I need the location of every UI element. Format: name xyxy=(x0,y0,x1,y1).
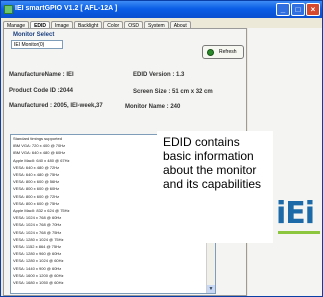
logo-text: iEi xyxy=(276,196,315,231)
refresh-button[interactable]: Refresh xyxy=(202,45,244,59)
refresh-icon xyxy=(207,49,214,56)
list-item[interactable]: VESA: 1680 x 1050 @ 60Hz xyxy=(11,279,215,286)
refresh-label: Refresh xyxy=(219,49,237,55)
manufacturer-name: ManufactureName : IEI xyxy=(9,72,74,78)
iei-logo: iEi xyxy=(276,198,322,236)
screen-size: Screen Size : 51 cm x 32 cm xyxy=(133,89,213,95)
close-button[interactable]: × xyxy=(306,3,320,16)
edid-version: EDID Version : 1.3 xyxy=(133,72,185,78)
monitor-name: Monitor Name : 240 xyxy=(125,104,181,110)
manufactured-date: Manufactured : 2005, IEI-week,37 xyxy=(9,103,103,109)
monitor-select-dropdown[interactable]: IEI Monitor(0) xyxy=(11,40,63,49)
maximize-button[interactable]: □ xyxy=(291,3,305,16)
window-title: IEI smartGPIO V1.2 [ AFL-12A ] xyxy=(15,5,118,12)
list-item[interactable]: VESA: 1280 x 1024 @ 60Hz xyxy=(11,257,215,264)
title-bar[interactable]: IEI smartGPIO V1.2 [ AFL-12A ] _ □ × xyxy=(1,1,322,18)
window-controls: _ □ × xyxy=(276,3,320,16)
scroll-down-icon[interactable]: ▼ xyxy=(207,285,215,293)
list-item[interactable]: VESA: 1280 x 960 @ 60Hz xyxy=(11,250,215,257)
minimize-button[interactable]: _ xyxy=(276,3,290,16)
app-icon xyxy=(4,5,13,14)
annotation-callout: EDID contains basic information about th… xyxy=(157,131,273,243)
product-code: Product Code ID :2044 xyxy=(9,88,74,94)
list-item[interactable]: VESA: 1600 x 1200 @ 60Hz xyxy=(11,272,215,279)
list-item[interactable]: VESA: 1440 x 900 @ 60Hz xyxy=(11,265,215,272)
logo-underline xyxy=(278,231,320,234)
monitor-select-label: Monitor Select xyxy=(13,32,55,38)
list-item[interactable]: VESA: 1152 x 864 @ 75Hz xyxy=(11,243,215,250)
